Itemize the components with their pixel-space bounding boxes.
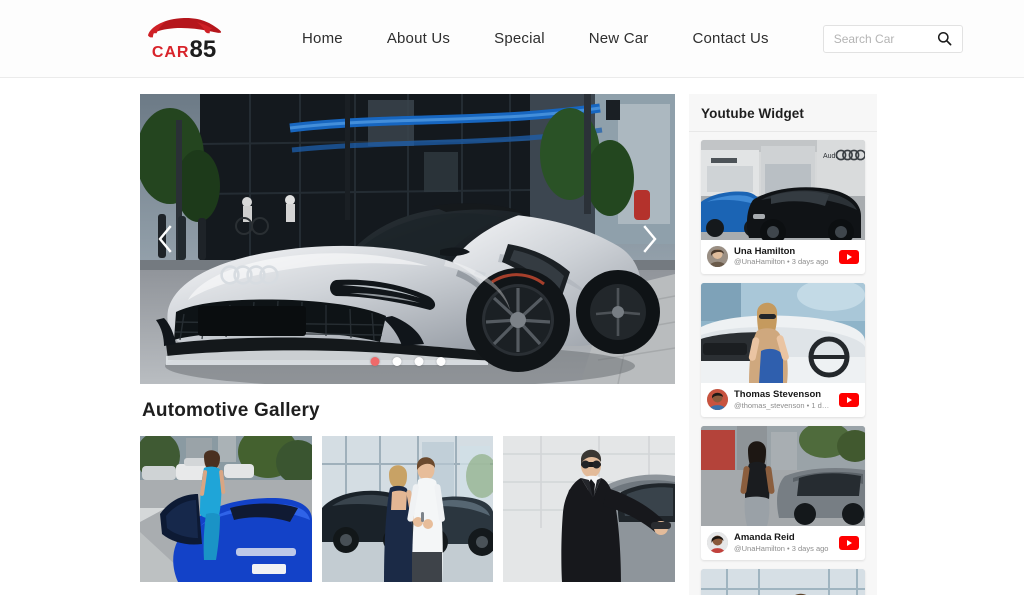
video-author: Una Hamilton [734,246,796,257]
carousel-dot-4[interactable] [436,357,445,366]
main-nav: Home About Us Special New Car Contact Us [280,22,791,55]
nav-item-contact-us[interactable]: Contact Us [670,22,790,55]
carousel-dot-1[interactable] [370,357,379,366]
video-meta: Una Hamilton @UnaHamilton • 3 days ago [701,240,865,274]
gallery-item-3[interactable] [503,436,676,582]
gallery-image-3 [503,436,676,582]
page-body: Automotive Gallery Youtube Widget Audi U… [0,78,1024,595]
carousel-dot-3[interactable] [414,357,423,366]
youtube-widget-panel: Youtube Widget Audi Una Hamilton @UnaHam… [689,94,877,595]
avatar-image [707,389,728,411]
logo-wordmark: CAR 85 [152,38,216,62]
video-thumbnail[interactable]: Audi [701,140,865,240]
video-author: Thomas Stevenson [734,389,822,401]
gallery-item-1[interactable] [140,436,312,582]
video-author: Amanda Reid [734,532,795,544]
video-thumb-image-1: Audi [701,140,865,240]
avatar-image [707,532,728,554]
video-card[interactable]: Thomas Stevenson @thomas_stevenson • 1 d… [701,283,865,418]
video-subtitle: @UnaHamilton • 3 days ago [734,543,829,553]
hero-carousel[interactable] [140,94,675,384]
search-button[interactable] [936,30,954,48]
chevron-right-icon [643,225,657,253]
video-meta: Amanda Reid @UnaHamilton • 3 days ago [701,526,865,560]
video-thumb-image-2 [701,283,865,384]
video-card[interactable]: Amanda Reid @UnaHamilton • 3 days ago [701,426,865,561]
video-meta: Thomas Stevenson @thomas_stevenson • 1 d… [701,383,865,417]
nav-item-about-us[interactable]: About Us [365,22,472,55]
video-subtitle: @UnaHamilton • 3 days ago [734,257,829,267]
carousel-dot-2[interactable] [392,357,401,366]
gallery-item-2[interactable] [321,436,494,582]
carousel-prev-button[interactable] [148,217,182,261]
site-header: CAR 85 Home About Us Special New Car Cont… [0,0,1024,78]
logo-word-85: 85 [189,36,217,63]
widget-header: Youtube Widget [689,94,877,132]
video-subtitle: @thomas_stevenson • 1 days ago [734,400,833,410]
youtube-play-icon[interactable] [839,392,859,407]
avatar-image [707,246,728,268]
avatar [707,532,728,554]
nav-item-new-car[interactable]: New Car [567,22,671,55]
search-icon [938,31,952,46]
youtube-play-icon[interactable] [839,535,859,550]
video-card[interactable] [701,569,865,595]
carousel-dots [370,357,445,366]
video-text: Amanda Reid @UnaHamilton • 3 days ago [734,532,833,553]
main-content: Automotive Gallery [140,94,676,582]
avatar [707,389,728,411]
video-thumbnail[interactable] [701,569,865,595]
avatar [707,246,728,268]
video-text: Una Hamilton @UnaHamilton • 3 days ago [734,246,833,267]
logo-word-car: CAR [151,44,190,61]
video-thumbnail[interactable] [701,283,865,384]
video-thumb-image-4 [701,569,865,595]
video-text: Thomas Stevenson @thomas_stevenson • 1 d… [734,389,833,410]
chevron-left-icon [158,225,172,253]
nav-item-home[interactable]: Home [280,22,365,55]
search-input[interactable] [833,31,936,46]
video-thumb-image-3 [701,426,865,527]
carousel-next-button[interactable] [633,217,667,261]
svg-text:Audi: Audi [823,153,837,160]
gallery-image-1 [140,436,312,582]
youtube-play-icon[interactable] [839,249,859,264]
gallery-grid [140,436,676,582]
video-list: Audi Una Hamilton @UnaHamilton • 3 days … [689,132,877,595]
widget-title: Youtube Widget [701,106,805,121]
gallery-title: Automotive Gallery [142,400,320,421]
search-box[interactable] [822,24,963,53]
nav-item-special[interactable]: Special [472,22,567,55]
video-thumbnail[interactable] [701,426,865,527]
video-card[interactable]: Audi Una Hamilton @UnaHamilton • 3 days … [701,140,865,275]
hero-image [140,94,675,384]
logo[interactable]: CAR 85 [140,15,228,62]
gallery-image-2 [321,436,494,582]
